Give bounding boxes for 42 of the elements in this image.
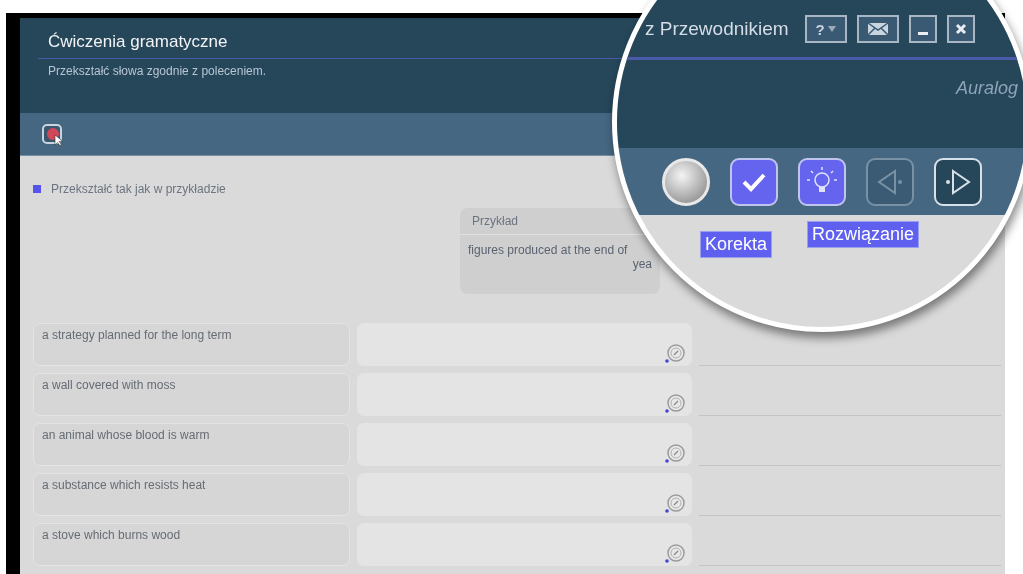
example-text: yea: [632, 257, 653, 271]
answer-field[interactable]: [357, 523, 692, 566]
help-button[interactable]: ?: [804, 15, 847, 43]
next-arrow-icon: [943, 167, 973, 196]
exercise-title: Ćwiczenia gramatyczne: [48, 32, 228, 52]
close-icon: [954, 23, 967, 35]
minimize-icon: [917, 32, 928, 35]
minimize-button[interactable]: [908, 15, 937, 43]
prompt-text: a stove which burns wood: [33, 523, 350, 566]
checkmark-icon: [741, 171, 767, 192]
next-button[interactable]: [934, 157, 982, 206]
back-arrow-icon: [875, 167, 905, 196]
prompt-text: a wall covered with moss: [33, 373, 350, 416]
pointer-tool-button[interactable]: [42, 124, 62, 144]
sphere-button[interactable]: [662, 157, 710, 206]
prompt-text: an animal whose blood is warm: [33, 423, 350, 466]
hint-button[interactable]: [798, 157, 846, 206]
check-button[interactable]: [730, 157, 778, 206]
answer-field[interactable]: [357, 373, 692, 416]
exercise-subtitle: Przekształć słowa zgodnie z poleceniem.: [48, 64, 267, 78]
tooltip: Korekta: [700, 231, 773, 258]
caret-icon: [827, 26, 836, 32]
bullet-square-icon: [33, 185, 41, 193]
target-cursor-icon: [44, 126, 64, 146]
pencil-circle-icon[interactable]: [664, 442, 686, 464]
answer-field[interactable]: [357, 423, 692, 466]
pencil-circle-icon[interactable]: [664, 392, 686, 414]
envelope-icon: [866, 22, 889, 36]
window-title: z Przewodnikiem: [645, 18, 789, 40]
tooltip: Rozwiązanie: [807, 221, 920, 248]
close-button[interactable]: [946, 15, 975, 43]
example-text: figures produced at the end of: [467, 242, 629, 257]
pencil-circle-icon[interactable]: [664, 342, 686, 364]
mail-button[interactable]: [856, 15, 899, 43]
prompt-text: a strategy planned for the long term: [33, 323, 350, 366]
prompt-text: a substance which resists heat: [33, 473, 350, 516]
logo: Auralog: [955, 78, 1018, 99]
answer-field[interactable]: [357, 473, 692, 516]
instruction-text: Przekształć tak jak w przykładzie: [51, 182, 226, 196]
pencil-circle-icon[interactable]: [664, 542, 686, 564]
answer-field[interactable]: [357, 323, 692, 366]
pencil-circle-icon[interactable]: [664, 492, 686, 514]
